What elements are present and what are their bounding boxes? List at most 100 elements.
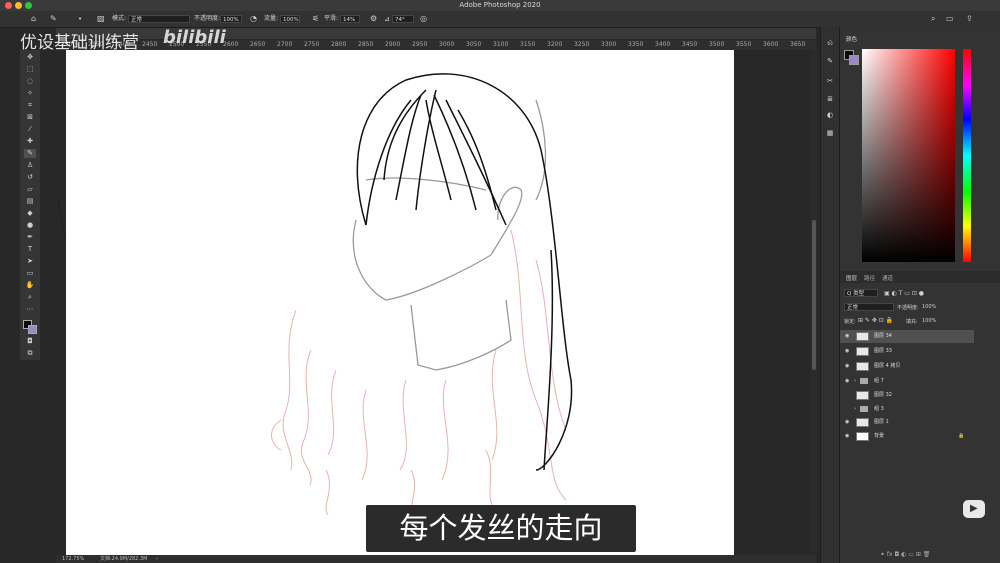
history-brush-tool-icon[interactable]: ↺ bbox=[24, 173, 36, 182]
layer-kind-filter[interactable]: Q 类型 bbox=[844, 289, 878, 297]
type-tool-icon[interactable]: T bbox=[24, 245, 36, 254]
layer-row-34[interactable]: ◉ 图层 34 bbox=[840, 330, 974, 343]
shape-tool-icon[interactable]: ▭ bbox=[24, 269, 36, 278]
brush-tool-icon[interactable]: ✎ bbox=[24, 149, 36, 158]
layer-thumbnail bbox=[856, 362, 869, 371]
adjustments-icon[interactable]: ◐ bbox=[825, 111, 835, 120]
lock-icons[interactable]: ⊞ ✎ ✥ ⊡ 🔒 bbox=[858, 317, 893, 324]
eyedropper-tool-icon[interactable]: ⁄ bbox=[24, 125, 36, 134]
blur-tool-icon[interactable]: ◆ bbox=[24, 209, 36, 218]
hue-slider[interactable] bbox=[963, 49, 971, 262]
layer-row-4-copy[interactable]: ◉ 图层 4 拷贝 bbox=[840, 360, 974, 373]
expand-chevron-icon[interactable]: › bbox=[854, 375, 856, 388]
panel-icon-strip: ⎌ ✎ ✂ ≣ ◐ ▦ bbox=[820, 27, 839, 563]
marquee-tool-icon[interactable]: ⬚ bbox=[24, 65, 36, 74]
play-button[interactable]: ▶ bbox=[963, 500, 985, 518]
ruler-tick: 3000 bbox=[439, 41, 455, 48]
dodge-tool-icon[interactable]: ● bbox=[24, 221, 36, 230]
opacity-label: 不透明度: bbox=[194, 15, 221, 22]
mode-select[interactable]: 正常 bbox=[128, 15, 190, 23]
eye-icon[interactable]: ◉ bbox=[845, 360, 849, 373]
fill-label: 填充: bbox=[906, 319, 918, 325]
layer-group-3[interactable]: › 组 3 bbox=[840, 403, 974, 416]
gradient-tool-icon[interactable]: ▤ bbox=[24, 197, 36, 206]
layer-name: 图层 34 bbox=[874, 333, 892, 339]
brush-tool-icon[interactable]: ✎ bbox=[50, 11, 57, 27]
hand-tool-icon[interactable]: ✋ bbox=[24, 281, 36, 290]
fill-value[interactable]: 100% bbox=[922, 318, 936, 324]
healing-brush-tool-icon[interactable]: ✚ bbox=[24, 137, 36, 146]
eraser-tool-icon[interactable]: ▱ bbox=[24, 185, 36, 194]
eye-icon[interactable]: ◉ bbox=[845, 375, 849, 388]
brush-settings-icon[interactable]: ▨ bbox=[97, 11, 105, 27]
panel-background-swatch[interactable] bbox=[849, 55, 859, 65]
zoom-tool-icon[interactable]: ⌕ bbox=[24, 293, 36, 302]
tab-channels[interactable]: 通道 bbox=[882, 274, 893, 282]
play-icon: ▶ bbox=[970, 503, 978, 514]
layer-group-7[interactable]: ◉ › 组 7 bbox=[840, 375, 974, 388]
document-canvas[interactable] bbox=[66, 50, 734, 555]
frame-tool-icon[interactable]: ⊠ bbox=[24, 113, 36, 122]
tool-presets-icon[interactable]: ✂ bbox=[825, 77, 835, 86]
search-icon[interactable]: ⌕ bbox=[931, 11, 935, 27]
vertical-scrollbar-thumb[interactable] bbox=[812, 220, 816, 370]
status-menu-chevron-icon[interactable]: › bbox=[156, 555, 158, 563]
background-color-swatch[interactable] bbox=[28, 325, 37, 334]
workspace-icon[interactable]: ▭ bbox=[946, 11, 954, 27]
pressure-size-icon[interactable]: ◎ bbox=[420, 11, 427, 27]
layer-row-background[interactable]: ◉ 背景 🔒 bbox=[840, 430, 974, 443]
vertical-scrollbar[interactable] bbox=[811, 50, 817, 555]
color-picker-field[interactable] bbox=[862, 49, 955, 262]
more-tools-icon[interactable]: ⋯ bbox=[24, 305, 36, 314]
tab-color[interactable]: 颜色 bbox=[846, 35, 857, 43]
lasso-tool-icon[interactable]: ◌ bbox=[24, 77, 36, 86]
quick-mask-icon[interactable]: ◘ bbox=[24, 337, 36, 346]
filter-icons[interactable]: ▣ ◐ T ▭ ⊡ ● bbox=[884, 290, 924, 297]
history-icon[interactable]: ⎌ bbox=[825, 39, 835, 48]
canvas-area[interactable] bbox=[56, 50, 816, 555]
flow-field[interactable]: 100% bbox=[280, 15, 300, 23]
eye-icon[interactable]: ◉ bbox=[845, 416, 849, 429]
smooth-field[interactable]: 14% bbox=[340, 15, 360, 23]
pen-tool-icon[interactable]: ✒ bbox=[24, 233, 36, 242]
gear-icon[interactable]: ⚙ bbox=[370, 11, 377, 27]
zoom-level[interactable]: 172.75% bbox=[62, 555, 84, 563]
layer-actions-icons[interactable]: ⚭ fx ◘ ◐ ▭ ⊞ 🗑 bbox=[880, 551, 930, 558]
ruler-tick: 2450 bbox=[142, 41, 158, 48]
screen-mode-icon[interactable]: ⧉ bbox=[24, 349, 36, 358]
share-icon[interactable]: ⇪ bbox=[966, 11, 973, 27]
quick-select-tool-icon[interactable]: ✧ bbox=[24, 89, 36, 98]
layer-row-33[interactable]: ◉ 图层 33 bbox=[840, 345, 974, 358]
layer-opacity-value[interactable]: 100% bbox=[922, 304, 936, 310]
move-tool-icon[interactable]: ✥ bbox=[24, 53, 36, 62]
brush-size-icon[interactable]: • bbox=[78, 11, 82, 27]
eye-icon[interactable]: ◉ bbox=[845, 345, 849, 358]
layer-row-1[interactable]: ◉ 图层 1 bbox=[840, 416, 974, 429]
airbrush-icon[interactable]: ⚟ bbox=[312, 11, 319, 27]
properties-icon[interactable]: ▦ bbox=[825, 129, 835, 138]
ruler-tick: 3350 bbox=[628, 41, 644, 48]
eye-icon[interactable]: ◉ bbox=[845, 430, 849, 443]
crop-tool-icon[interactable]: ⌗ bbox=[24, 101, 36, 110]
tab-paths[interactable]: 路径 bbox=[864, 274, 875, 282]
opacity-field[interactable]: 100% bbox=[220, 15, 242, 23]
tab-layers[interactable]: 图层 bbox=[846, 274, 857, 282]
eye-icon[interactable]: ◉ bbox=[845, 330, 849, 343]
angle-field[interactable]: 74° bbox=[392, 15, 414, 23]
app-title: Adobe Photoshop 2020 bbox=[459, 1, 541, 9]
blend-mode-select[interactable]: 正常 bbox=[844, 303, 894, 311]
libraries-icon[interactable]: ≣ bbox=[825, 95, 835, 104]
pressure-opacity-icon[interactable]: ◔ bbox=[250, 11, 257, 27]
folder-icon bbox=[860, 406, 868, 412]
layer-name: 图层 4 拷贝 bbox=[874, 363, 901, 369]
stamp-tool-icon[interactable]: ♙ bbox=[24, 161, 36, 170]
expand-chevron-icon[interactable]: › bbox=[854, 403, 856, 416]
watermark-text: 优设基础训练营 bbox=[20, 33, 139, 53]
path-select-tool-icon[interactable]: ➤ bbox=[24, 257, 36, 266]
layer-row-32[interactable]: 图层 32 bbox=[840, 389, 974, 402]
brush-settings-panel-icon[interactable]: ✎ bbox=[825, 57, 835, 66]
ruler-tick: 3650 bbox=[790, 41, 806, 48]
layer-thumbnail bbox=[856, 391, 869, 400]
lock-icon[interactable]: 🔒 bbox=[958, 430, 964, 443]
home-icon[interactable]: ⌂ bbox=[31, 11, 36, 27]
